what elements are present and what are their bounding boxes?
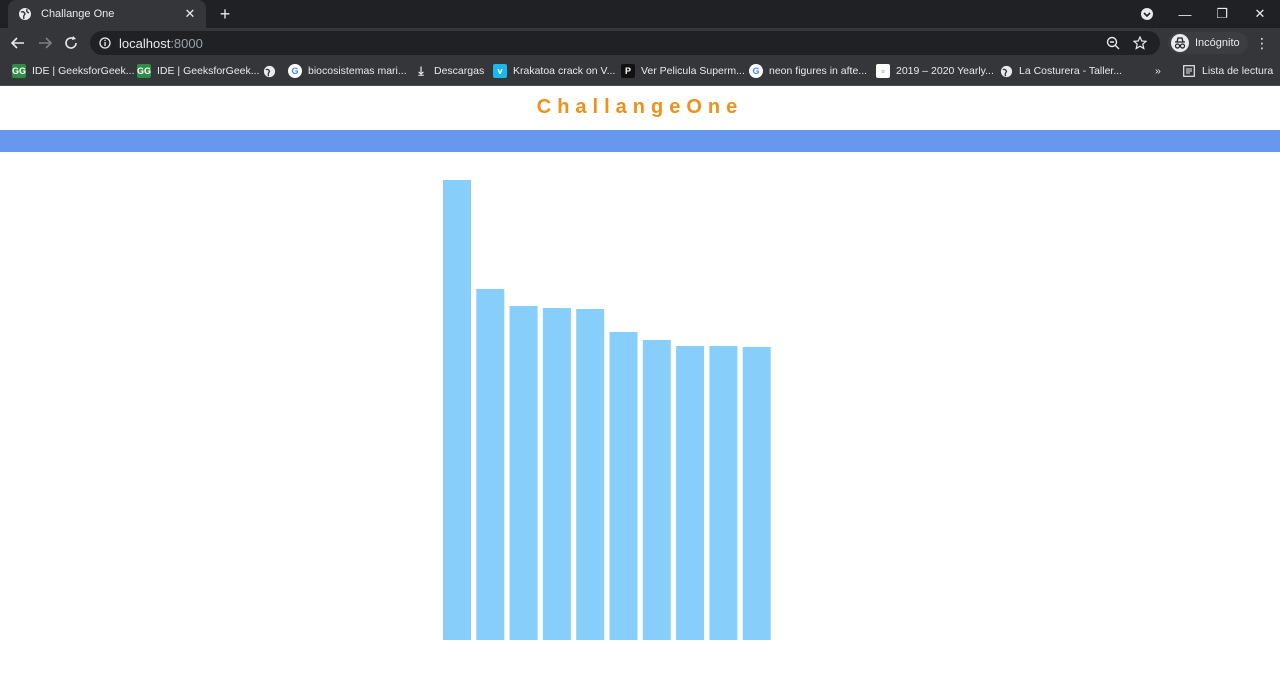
vimeo-icon: v [493,64,507,78]
bar-9 [709,346,738,640]
tab-search-icon[interactable] [1140,7,1154,21]
bookmark-label: biocosistemas mari... [308,65,407,77]
p-icon: P [621,64,635,78]
bookmark-item[interactable]: P Ver Pelicula Superm... [621,62,745,80]
zoom-icon[interactable] [1106,36,1120,50]
globe-icon [999,64,1013,78]
reading-list-label: Lista de lectura [1202,65,1274,77]
tab-close-icon[interactable]: ✕ [182,6,198,22]
doc-icon: ▫ [876,64,890,78]
bookmark-item[interactable] [262,62,276,80]
bookmark-label: IDE | GeeksforGeek... [32,65,135,77]
tab-strip: Challange One ✕ + — ❐ ✕ [0,0,1280,28]
reading-list-icon [1182,64,1196,78]
geeksforgeeks-icon: GG [12,64,27,78]
bar-10 [742,347,771,640]
tab-title: Challange One [41,8,115,20]
bar-8 [676,346,705,640]
reading-list-button[interactable]: Lista de lectura [1182,62,1273,80]
profile-button[interactable]: Incógnito [1168,32,1248,54]
google-icon: G [288,64,302,78]
bookmark-item[interactable]: GG IDE | GeeksforGeek... [12,62,135,80]
bookmark-label: Descargas [434,65,485,77]
bar-7 [642,340,671,640]
back-arrow-icon[interactable] [10,35,26,51]
bookmark-label: Ver Pelicula Superm... [641,65,745,77]
google-icon: G [749,64,763,78]
url-host: localhost [119,35,171,51]
close-window-button[interactable]: ✕ [1242,0,1278,28]
reload-icon[interactable] [63,35,79,51]
address-bar[interactable]: localhost:8000 [90,31,1160,55]
bookmark-label: La Costurera - Taller... [1019,65,1123,77]
page-title: ChallangeOne [536,96,744,118]
download-icon: ⤓ [418,63,424,78]
bar-3 [509,306,538,640]
url-port: :8000 [170,35,203,51]
bookmark-label: 2019 – 2020 Yearly... [896,65,994,77]
bookmark-item[interactable]: GG IDE | GeeksforGeek... [137,62,260,80]
browser-toolbar: localhost:8000 Incógnito ⋮ [0,28,1280,58]
globe-icon [18,7,32,21]
bookmark-item[interactable]: ⤓ Descargas [414,62,484,80]
bookmark-item[interactable]: G biocosistemas mari... [288,62,407,80]
header-band [0,130,1280,152]
forward-arrow-icon[interactable] [37,35,53,51]
bookmark-item[interactable]: La Costurera - Taller... [999,62,1122,80]
minimize-button[interactable]: — [1167,0,1203,28]
profile-label: Incógnito [1195,37,1240,49]
bookmark-star-icon[interactable] [1133,36,1147,50]
bookmark-label: IDE | GeeksforGeek... [157,65,260,77]
bookmark-label: neon figures in afte... [769,65,868,77]
bar-4 [542,308,571,640]
globe-icon [262,64,276,78]
bookmark-item[interactable]: ▫ 2019 – 2020 Yearly... [876,62,994,80]
incognito-icon [1171,34,1189,52]
overflow-chevron-icon: » [1155,65,1161,77]
new-tab-button[interactable]: + [216,5,234,23]
browser-menu-icon[interactable]: ⋮ [1254,35,1270,51]
bar-chart [443,180,771,640]
bookmark-item[interactable]: G neon figures in afte... [749,62,867,80]
bar-6 [609,332,638,640]
bar-5 [576,309,605,640]
restore-button[interactable]: ❐ [1204,0,1240,28]
bar-1 [443,180,471,640]
bookmark-label: Krakatoa crack on V... [513,65,616,77]
bookmarks-bar: GG IDE | GeeksforGeek... GG IDE | Geeksf… [0,58,1280,86]
bar-2 [476,289,505,640]
bookmarks-overflow-button[interactable]: » [1155,62,1161,80]
geeksforgeeks-icon: GG [137,64,152,78]
info-icon[interactable] [99,37,111,49]
bookmark-item[interactable]: v Krakatoa crack on V... [493,62,615,80]
browser-tab[interactable]: Challange One ✕ [8,0,206,28]
